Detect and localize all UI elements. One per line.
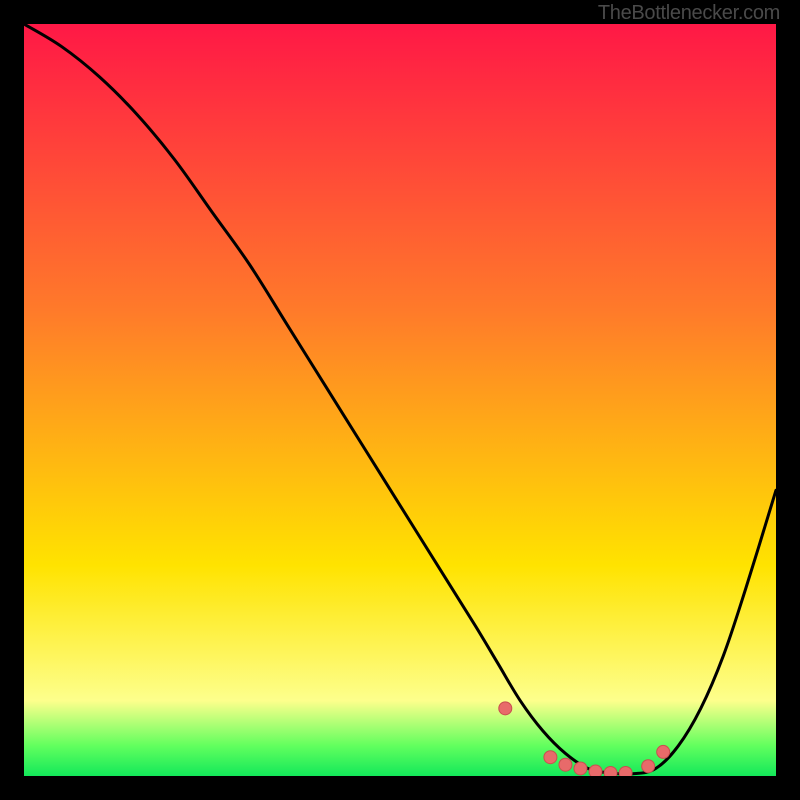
watermark-label: TheBottlenecker.com [598, 2, 780, 25]
chart-frame: TheBottlenecker.com [0, 0, 800, 800]
chart-svg [24, 24, 776, 776]
highlight-marker [657, 745, 670, 758]
highlight-marker [642, 760, 655, 773]
plot-area [24, 24, 776, 776]
highlight-marker [604, 766, 617, 776]
highlight-marker [619, 766, 632, 776]
highlight-marker [589, 765, 602, 776]
highlight-marker [574, 762, 587, 775]
highlight-marker [544, 751, 557, 764]
highlight-marker [499, 702, 512, 715]
chart-background [24, 24, 776, 776]
highlight-marker [559, 758, 572, 771]
